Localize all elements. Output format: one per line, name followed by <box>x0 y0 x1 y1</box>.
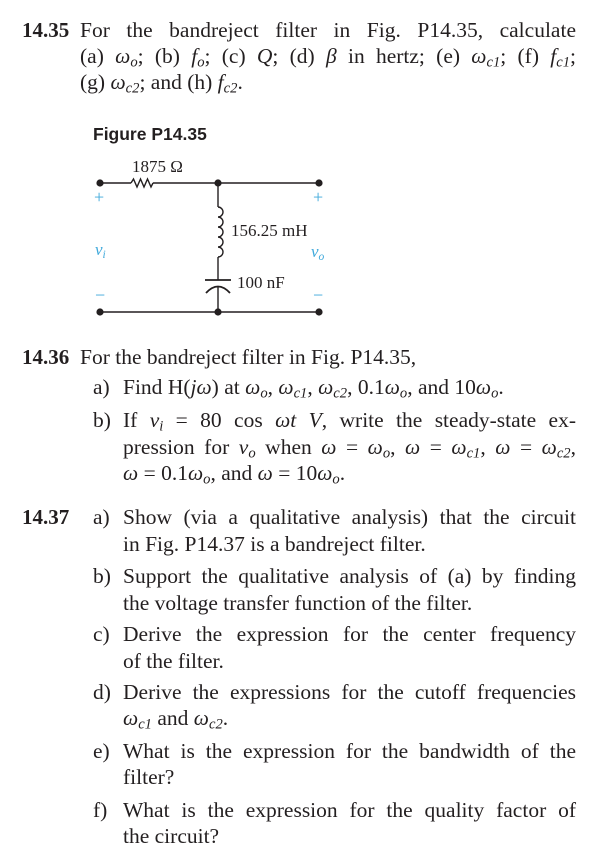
input-minus-sign: − <box>95 285 106 305</box>
problem-14-37-c-label: c) <box>93 622 110 646</box>
terminal-input-bottom <box>96 308 104 316</box>
terminal-output-top <box>315 179 323 187</box>
output-minus-sign: − <box>313 285 324 305</box>
output-voltage-label: vo <box>311 242 325 263</box>
problem-14-36-a-text: Find H(jω) at ωo, ωc1, ωc2, 0.1ωo, and 1… <box>123 375 504 402</box>
problem-14-37-a-label: a) <box>93 505 110 529</box>
node-top <box>214 179 222 187</box>
problem-14-37-e-line-1: What is the expression for the bandwidth… <box>123 739 576 763</box>
problem-14-37-e-label: e) <box>93 739 110 763</box>
problem-14-36-b-label: b) <box>93 408 111 432</box>
resistor-symbol <box>130 177 154 189</box>
problem-14-36-a-label: a) <box>93 375 110 399</box>
problem-14-37-c-line-2: of the filter. <box>123 649 224 673</box>
capacitor-label: 100 nF <box>237 273 285 292</box>
problem-14-37-d-line-1: Derive the expressions for the cutoff fr… <box>123 680 576 704</box>
problem-14-37-e-line-2: filter? <box>123 765 175 789</box>
problem-14-37-d-label: d) <box>93 680 111 704</box>
problem-14-37-c-line-1: Derive the expression for the center fre… <box>123 622 576 646</box>
problem-14-36-b-line-1: If vi = 80 cos ωt V, write the steady-st… <box>123 408 576 435</box>
inductor-symbol <box>217 206 224 258</box>
problem-14-36-intro: For the bandreject filter in Fig. P14.35… <box>80 345 417 369</box>
problem-14-37-b-label: b) <box>93 564 111 588</box>
problem-14-37-f-line-1: What is the expression for the quality f… <box>123 798 576 822</box>
problem-14-37-f-label: f) <box>93 798 108 822</box>
problem-number-14-37: 14.37 <box>22 505 70 529</box>
input-voltage-label: vi <box>95 240 106 261</box>
problem-14-37-b-line-2: the voltage transfer function of the fil… <box>123 591 473 615</box>
terminal-output-bottom <box>315 308 323 316</box>
input-plus-sign: + <box>94 187 105 207</box>
problem-number-14-36: 14.36 <box>22 345 70 369</box>
terminal-input-top <box>96 179 104 187</box>
output-plus-sign: + <box>313 187 324 207</box>
problem-14-37-d-line-2: ωc1 and ωc2. <box>123 706 229 733</box>
problem-14-37-b-line-1: Support the qualitative analysis of (a) … <box>123 564 576 588</box>
node-bottom <box>214 308 222 316</box>
problem-14-37-a-line-1: Show (via a qualitative analysis) that t… <box>123 505 576 529</box>
problem-14-37-f-line-2: the circuit? <box>123 824 220 848</box>
resistor-label: 1875 Ω <box>132 157 183 176</box>
inductor-label: 156.25 mH <box>231 221 308 240</box>
problem-14-36-b-line-2: pression for vo when ω = ωo, ω = ωc1, ω … <box>123 435 576 462</box>
problem-14-37-a-line-2: in Fig. P14.37 is a bandreject filter. <box>123 532 426 556</box>
problem-14-36-b-line-3: ω = 0.1ωo, and ω = 10ωo. <box>123 461 346 488</box>
